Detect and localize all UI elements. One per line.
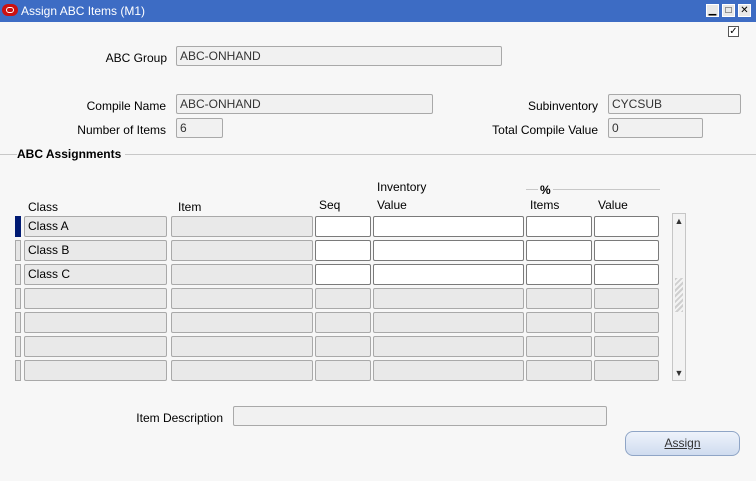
cell-class[interactable]: Class C [24,264,167,285]
cell-item[interactable] [171,216,313,237]
item-description-label: Item Description [136,411,223,425]
col-seq-header: Seq [319,198,341,212]
title-bar: Assign ABC Items (M1) ▁ □ ✕ [0,0,756,22]
cell-pitems[interactable] [526,240,592,261]
cell-item[interactable] [171,360,313,381]
cell-invval[interactable] [373,336,524,357]
cell-seq[interactable] [315,312,371,333]
cell-class[interactable]: Class B [24,240,167,261]
col-percent-header: % [538,183,553,197]
cell-pvalue[interactable] [594,288,659,309]
cell-seq[interactable] [315,216,371,237]
cell-seq[interactable] [315,360,371,381]
row-indicator[interactable] [15,216,21,237]
col-pct-items-header: Items [530,198,560,212]
cell-invval[interactable] [373,360,524,381]
item-description-field[interactable] [233,406,607,426]
cell-item[interactable] [171,240,313,261]
form-checkbox[interactable]: ✓ [728,26,739,37]
cell-seq[interactable] [315,264,371,285]
col-item-header: Item [178,200,202,214]
assign-button[interactable]: Assign [625,431,740,456]
cell-invval[interactable] [373,216,524,237]
cell-pitems[interactable] [526,336,592,357]
table-scrollbar[interactable]: ▲ ▼ [672,213,686,381]
scroll-down-icon[interactable]: ▼ [673,368,685,378]
window-title: Assign ABC Items (M1) [21,4,146,18]
row-indicator[interactable] [15,264,21,285]
row-indicator[interactable] [15,240,21,261]
cell-pvalue[interactable] [594,240,659,261]
cell-class[interactable] [24,288,167,309]
total-compile-value-field[interactable]: 0 [608,118,703,138]
row-indicator[interactable] [15,360,21,381]
scroll-up-icon[interactable]: ▲ [673,216,685,226]
subinventory-field[interactable]: CYCSUB [608,94,741,114]
cell-pitems[interactable] [526,312,592,333]
col-inventory-value-header: Value [377,198,407,212]
close-icon[interactable]: ✕ [738,4,751,17]
row-indicator[interactable] [15,288,21,309]
cell-pvalue[interactable] [594,360,659,381]
col-pct-value-header: Value [598,198,628,212]
maximize-icon[interactable]: □ [722,4,735,17]
number-of-items-label: Number of Items [77,123,166,137]
subinventory-label: Subinventory [527,99,598,113]
assign-button-label: Assign [664,436,701,450]
scroll-thumb[interactable] [675,278,683,312]
cell-class[interactable]: Class A [24,216,167,237]
cell-seq[interactable] [315,288,371,309]
cell-item[interactable] [171,312,313,333]
compile-name-label: Compile Name [86,99,166,113]
total-compile-value-label: Total Compile Value [492,123,598,137]
cell-item[interactable] [171,336,313,357]
cell-pitems[interactable] [526,360,592,381]
row-indicator[interactable] [15,336,21,357]
cell-class[interactable] [24,312,167,333]
cell-seq[interactable] [315,240,371,261]
cell-pvalue[interactable] [594,264,659,285]
row-indicator[interactable] [15,312,21,333]
minimize-icon[interactable]: ▁ [706,4,719,17]
cell-class[interactable] [24,360,167,381]
cell-item[interactable] [171,288,313,309]
compile-name-field[interactable]: ABC-ONHAND [176,94,433,114]
oracle-logo-icon [2,4,18,16]
cell-class[interactable] [24,336,167,357]
cell-pvalue[interactable] [594,312,659,333]
cell-pitems[interactable] [526,216,592,237]
number-of-items-field[interactable]: 6 [176,118,223,138]
cell-invval[interactable] [373,264,524,285]
cell-pitems[interactable] [526,288,592,309]
cell-pvalue[interactable] [594,216,659,237]
abc-assignments-title: ABC Assignments [17,147,126,161]
col-inventory-header: Inventory [377,180,427,194]
cell-invval[interactable] [373,312,524,333]
cell-item[interactable] [171,264,313,285]
abc-group-label: ABC Group [105,51,167,65]
cell-invval[interactable] [373,240,524,261]
cell-seq[interactable] [315,336,371,357]
abc-group-field[interactable]: ABC-ONHAND [176,46,502,66]
cell-invval[interactable] [373,288,524,309]
col-class-header: Class [28,200,59,214]
cell-pitems[interactable] [526,264,592,285]
cell-pvalue[interactable] [594,336,659,357]
